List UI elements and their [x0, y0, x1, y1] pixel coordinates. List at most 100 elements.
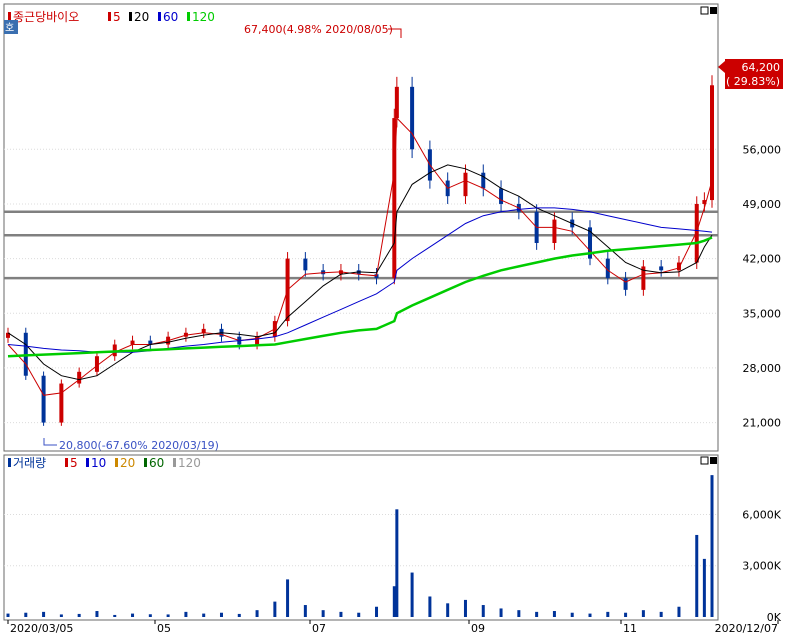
x-tick-labels: 2020/03/05 05 07 09 11 2020/12/07 [7, 620, 779, 634]
volume-bar [24, 612, 28, 617]
volume-bar [286, 579, 290, 617]
volume-bar [113, 614, 117, 617]
volume-bar [395, 509, 399, 617]
candle [499, 188, 504, 204]
price-y-tick: 28,000 [743, 362, 782, 375]
volume-bar [6, 613, 10, 617]
volume-bar [339, 611, 343, 617]
candle [394, 86, 399, 119]
volume-bar [710, 475, 714, 617]
volume-bar [677, 606, 681, 617]
volume-bar [237, 613, 241, 617]
maximize-icon[interactable] [700, 6, 709, 15]
price-y-tick-labels: 56,000 49,000 42,000 35,000 28,000 21,000 [743, 143, 782, 429]
price-y-tick: 56,000 [743, 143, 782, 156]
volume-panel [3, 454, 719, 621]
volume-bar [702, 558, 706, 617]
current-price: 64,200 [742, 61, 781, 74]
volume-bar [219, 612, 223, 617]
volume-bar [59, 614, 63, 617]
volume-bar [659, 611, 663, 617]
volume-bar [357, 612, 361, 617]
volume-bar [624, 612, 628, 617]
close-icon[interactable] [710, 7, 717, 14]
volume-bar [273, 601, 277, 617]
low-annotation: 20,800(-67.60% 2020/03/19) [59, 439, 219, 452]
side-tag[interactable]: 호 [5, 22, 14, 34]
legend-label: 20 [134, 10, 149, 24]
volume-bar [641, 610, 645, 617]
current-price-arrow [718, 61, 725, 73]
volume-legend-name: 거래량 [13, 456, 46, 470]
legend-label: 20 [120, 456, 135, 470]
volume-bar [303, 605, 307, 617]
price-legend-marker [8, 12, 11, 21]
legend-label: 120 [192, 10, 215, 24]
volume-bar [588, 613, 592, 617]
x-tick-label: 09 [471, 622, 485, 634]
candle [463, 172, 468, 197]
volume-y-tick-labels: 6,000K3,000K0K [742, 508, 781, 624]
legend-label: 5 [113, 10, 121, 24]
candle [130, 340, 135, 345]
volume-bar [535, 611, 539, 617]
price-y-tick: 21,000 [743, 417, 782, 430]
volume-bar [131, 613, 135, 617]
volume-bar [410, 572, 414, 617]
maximize-icon[interactable] [700, 456, 709, 465]
candle [201, 328, 206, 333]
volume-bar [481, 605, 485, 617]
candle [481, 172, 486, 189]
candle [303, 258, 308, 271]
candle [659, 266, 664, 271]
price-legend-name: 종근당바이오 [13, 10, 79, 24]
price-y-tick: 42,000 [743, 253, 782, 266]
legend-label: 120 [178, 456, 201, 470]
volume-bar [517, 610, 521, 617]
volume-bar [255, 610, 259, 617]
candle [710, 85, 714, 201]
legend-label: 5 [70, 456, 78, 470]
volume-y-tick: 6,000K [742, 508, 781, 521]
legend-swatch [158, 12, 161, 21]
volume-bar [321, 610, 325, 617]
high-annotation: 67,400(4.98% 2020/08/05) [244, 23, 393, 36]
candle [41, 375, 46, 423]
volume-bar [184, 611, 188, 617]
volume-bar [166, 614, 170, 617]
close-icon[interactable] [710, 457, 717, 464]
volume-bar [148, 614, 152, 617]
legend-swatch [65, 458, 68, 467]
volume-legend-marker [8, 458, 11, 467]
candle [410, 86, 415, 150]
legend-label: 60 [163, 10, 178, 24]
legend-label: 10 [91, 456, 106, 470]
legend-swatch [144, 458, 147, 467]
x-tick-label: 11 [623, 622, 637, 634]
candle [59, 383, 64, 423]
volume-bar [695, 534, 699, 617]
volume-bar [375, 606, 379, 617]
stock-chart: 56,000 49,000 42,000 35,000 28,000 21,000 6,0… [3, 3, 783, 634]
price-y-tick: 49,000 [743, 198, 782, 211]
legend-label: 60 [149, 456, 164, 470]
legend-swatch [187, 12, 190, 21]
legend-swatch [129, 12, 132, 21]
volume-bar [428, 596, 432, 617]
legend-swatch [115, 458, 118, 467]
volume-bar [606, 611, 610, 617]
volume-y-tick: 3,000K [742, 560, 781, 573]
volume-bar [95, 611, 99, 617]
volume-bar [446, 603, 450, 617]
legend-swatch [108, 12, 111, 21]
x-tick-label: 05 [157, 622, 171, 634]
x-tick-label: 07 [312, 622, 326, 634]
volume-bar [42, 611, 46, 617]
x-tick-label: 2020/12/07 [715, 622, 778, 634]
price-panel [3, 3, 719, 452]
volume-bar [202, 613, 206, 617]
volume-bar [77, 613, 81, 617]
legend-swatch [86, 458, 89, 467]
legend-swatch [173, 458, 176, 467]
candle [623, 278, 628, 290]
